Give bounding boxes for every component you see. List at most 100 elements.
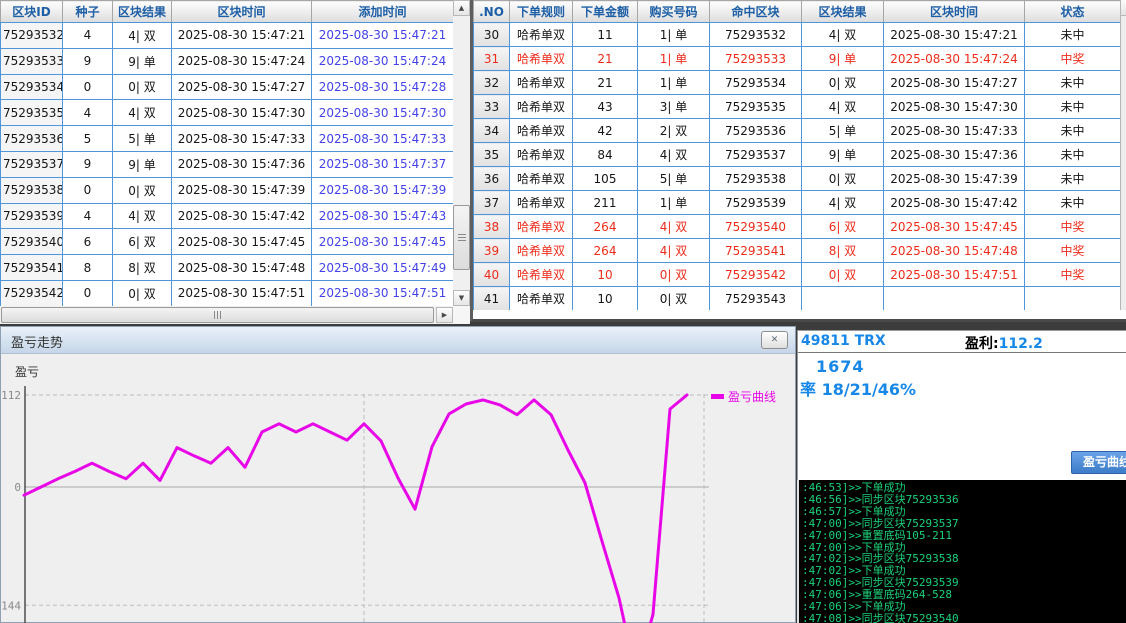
table-cell[interactable]: 哈希单双 [510,191,573,215]
table-cell[interactable]: 3| 单 [638,95,710,119]
table-cell[interactable]: 0| 双 [113,177,172,203]
scroll-right-icon[interactable]: ▶ [436,307,453,323]
table-cell[interactable]: 0 [63,74,113,100]
table-cell[interactable]: 75293532 [1,23,63,49]
table-cell[interactable]: 6| 双 [113,229,172,255]
column-header[interactable]: 种子 [63,1,113,23]
table-cell[interactable]: 2025-08-30 15:47:24 [172,48,312,74]
table-cell[interactable]: 哈希单双 [510,167,573,191]
table-cell[interactable]: 75293542 [710,263,802,287]
table-cell[interactable]: 哈希单双 [510,215,573,239]
table-cell[interactable]: 中奖 [1025,215,1121,239]
table-cell[interactable]: 2025-08-30 15:47:39 [312,177,454,203]
close-icon[interactable]: ✕ [761,331,788,349]
table-cell[interactable]: 2025-08-30 15:47:48 [884,239,1025,263]
table-cell[interactable]: 0 [63,177,113,203]
table-cell[interactable]: 1| 单 [638,47,710,71]
table-cell[interactable]: 4| 双 [802,191,884,215]
table-cell[interactable]: 75293539 [1,203,63,229]
table-cell[interactable]: 75293542 [1,280,63,306]
table-cell[interactable]: 哈希单双 [510,287,573,311]
table-cell[interactable]: 75293543 [710,287,802,311]
table-cell[interactable]: 32 [474,71,510,95]
table-cell[interactable]: 中奖 [1025,239,1121,263]
table-cell[interactable]: 未中 [1025,191,1121,215]
table-cell[interactable]: 2025-08-30 15:47:43 [312,203,454,229]
table-cell[interactable]: 未中 [1025,23,1121,47]
table-cell[interactable]: 75293541 [1,255,63,281]
table-cell[interactable]: 未中 [1025,143,1121,167]
column-header[interactable]: 下单规则 [510,1,573,23]
table-cell[interactable]: 10 [573,263,638,287]
table-cell[interactable]: 2025-08-30 15:47:51 [172,280,312,306]
vscroll-thumb[interactable] [453,205,470,270]
column-header[interactable]: 区块时间 [172,1,312,23]
table-cell[interactable]: 40 [474,263,510,287]
table-cell[interactable]: 2025-08-30 15:47:24 [884,47,1025,71]
table-cell[interactable]: 4| 双 [113,203,172,229]
table-cell[interactable]: 21 [573,47,638,71]
table-cell[interactable]: 39 [474,239,510,263]
table-cell[interactable] [884,287,1025,311]
table-cell[interactable]: 264 [573,239,638,263]
table-cell[interactable]: 8 [63,255,113,281]
table-cell[interactable]: 2025-08-30 15:47:27 [172,74,312,100]
table-cell[interactable]: 2025-08-30 15:47:21 [172,23,312,49]
column-header[interactable]: 状态 [1025,1,1121,23]
column-header[interactable]: 下单金额 [573,1,638,23]
table-cell[interactable]: 2025-08-30 15:47:42 [172,203,312,229]
table-cell[interactable]: 75293535 [1,100,63,126]
table-cell[interactable]: 2025-08-30 15:47:48 [172,255,312,281]
table-cell[interactable]: 34 [474,119,510,143]
column-header[interactable]: 区块结果 [802,1,884,23]
column-header[interactable]: 区块结果 [113,1,172,23]
table-cell[interactable]: 0 [63,280,113,306]
table-cell[interactable]: 哈希单双 [510,47,573,71]
table-cell[interactable]: 哈希单双 [510,143,573,167]
table-cell[interactable]: 21 [573,71,638,95]
table-cell[interactable]: 37 [474,191,510,215]
table-cell[interactable]: 75293540 [1,229,63,255]
table-cell[interactable]: 1| 单 [638,71,710,95]
table-cell[interactable]: 11 [573,23,638,47]
table-cell[interactable]: 75293536 [710,119,802,143]
column-header[interactable]: 区块ID [1,1,63,23]
table-cell[interactable]: 哈希单双 [510,23,573,47]
table-cell[interactable]: 9| 单 [113,48,172,74]
table-cell[interactable]: 2025-08-30 15:47:36 [884,143,1025,167]
table-cell[interactable]: 0| 双 [802,263,884,287]
table-cell[interactable]: 2025-08-30 15:47:51 [884,263,1025,287]
table-cell[interactable]: 未中 [1025,71,1121,95]
table-cell[interactable]: 4| 双 [113,100,172,126]
table-cell[interactable]: 75293538 [1,177,63,203]
table-cell[interactable]: 31 [474,47,510,71]
table-cell[interactable]: 5| 单 [113,126,172,152]
table-cell[interactable]: 9| 单 [113,151,172,177]
table-cell[interactable]: 0| 双 [113,74,172,100]
column-header[interactable]: 区块时间 [884,1,1025,23]
console-panel[interactable]: :46:53]>>下单成功:46:56]>>同步区块75293536:46:57… [797,480,1126,623]
table-cell[interactable]: 42 [573,119,638,143]
table-cell[interactable]: 哈希单双 [510,263,573,287]
table-cell[interactable]: 0| 双 [638,263,710,287]
column-header[interactable]: .NO [474,1,510,23]
table-cell[interactable]: 9| 单 [802,143,884,167]
table-cell[interactable]: 75293534 [1,74,63,100]
table-cell[interactable]: 2025-08-30 15:47:33 [172,126,312,152]
column-header[interactable]: 添加时间 [312,1,454,23]
table-cell[interactable]: 8| 双 [113,255,172,281]
table-cell[interactable]: 0| 双 [802,71,884,95]
table-cell[interactable]: 4| 双 [638,239,710,263]
table-cell[interactable]: 2025-08-30 15:47:21 [884,23,1025,47]
column-header[interactable]: 命中区块 [710,1,802,23]
table-cell[interactable]: 4 [63,100,113,126]
table-cell[interactable]: 0| 双 [113,280,172,306]
table-cell[interactable]: 2025-08-30 15:47:33 [312,126,454,152]
table-cell[interactable]: 2025-08-30 15:47:45 [312,229,454,255]
table-cell[interactable]: 4| 双 [638,215,710,239]
table-cell[interactable]: 2025-08-30 15:47:33 [884,119,1025,143]
table-cell[interactable]: 2025-08-30 15:47:30 [884,95,1025,119]
table-cell[interactable]: 0| 双 [802,167,884,191]
table-cell[interactable]: 1| 单 [638,191,710,215]
table-cell[interactable]: 4 [63,23,113,49]
